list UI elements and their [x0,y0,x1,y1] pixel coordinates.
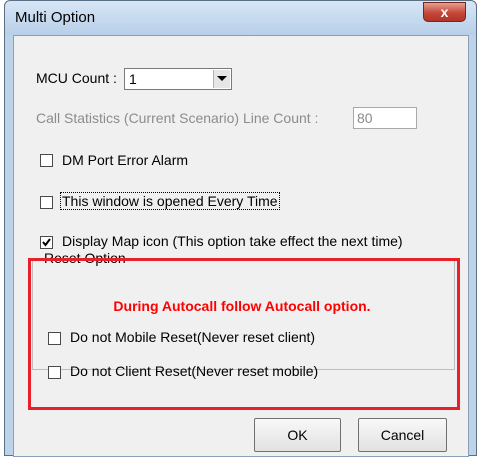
display-map-icon-label: Display Map icon (This option take effec… [62,233,403,249]
close-icon: x [440,4,449,20]
window-title: Multi Option [15,9,96,26]
line-count-input[interactable] [354,109,415,127]
dialog-body: MCU Count : 1 Call Statistics (Current S… [13,35,469,457]
display-map-icon-checkbox[interactable] [40,236,53,249]
mcu-count-select[interactable]: 1 [124,68,232,90]
multi-option-dialog: Multi Option x MCU Count : 1 Call Statis… [4,0,477,457]
cancel-button[interactable]: Cancel [358,418,447,452]
mcu-count-value: 1 [129,71,137,87]
dm-port-error-alarm-label: DM Port Error Alarm [62,152,189,168]
chevron-down-icon [217,76,227,81]
dm-port-error-alarm-checkbox[interactable] [40,154,53,167]
reset-option-highlight [28,258,460,410]
opened-every-time-checkbox[interactable] [40,196,53,209]
call-statistics-label: Call Statistics (Current Scenario) Line … [36,110,319,126]
opened-every-time-label: This window is opened Every Time [60,192,280,210]
title-bar: Multi Option x [5,1,476,35]
mcu-count-label: MCU Count : [36,70,117,86]
dropdown-button[interactable] [213,70,230,88]
checkmark-icon [42,238,51,247]
line-count-field[interactable] [353,107,417,129]
ok-button[interactable]: OK [254,418,341,452]
close-button[interactable]: x [423,2,466,22]
